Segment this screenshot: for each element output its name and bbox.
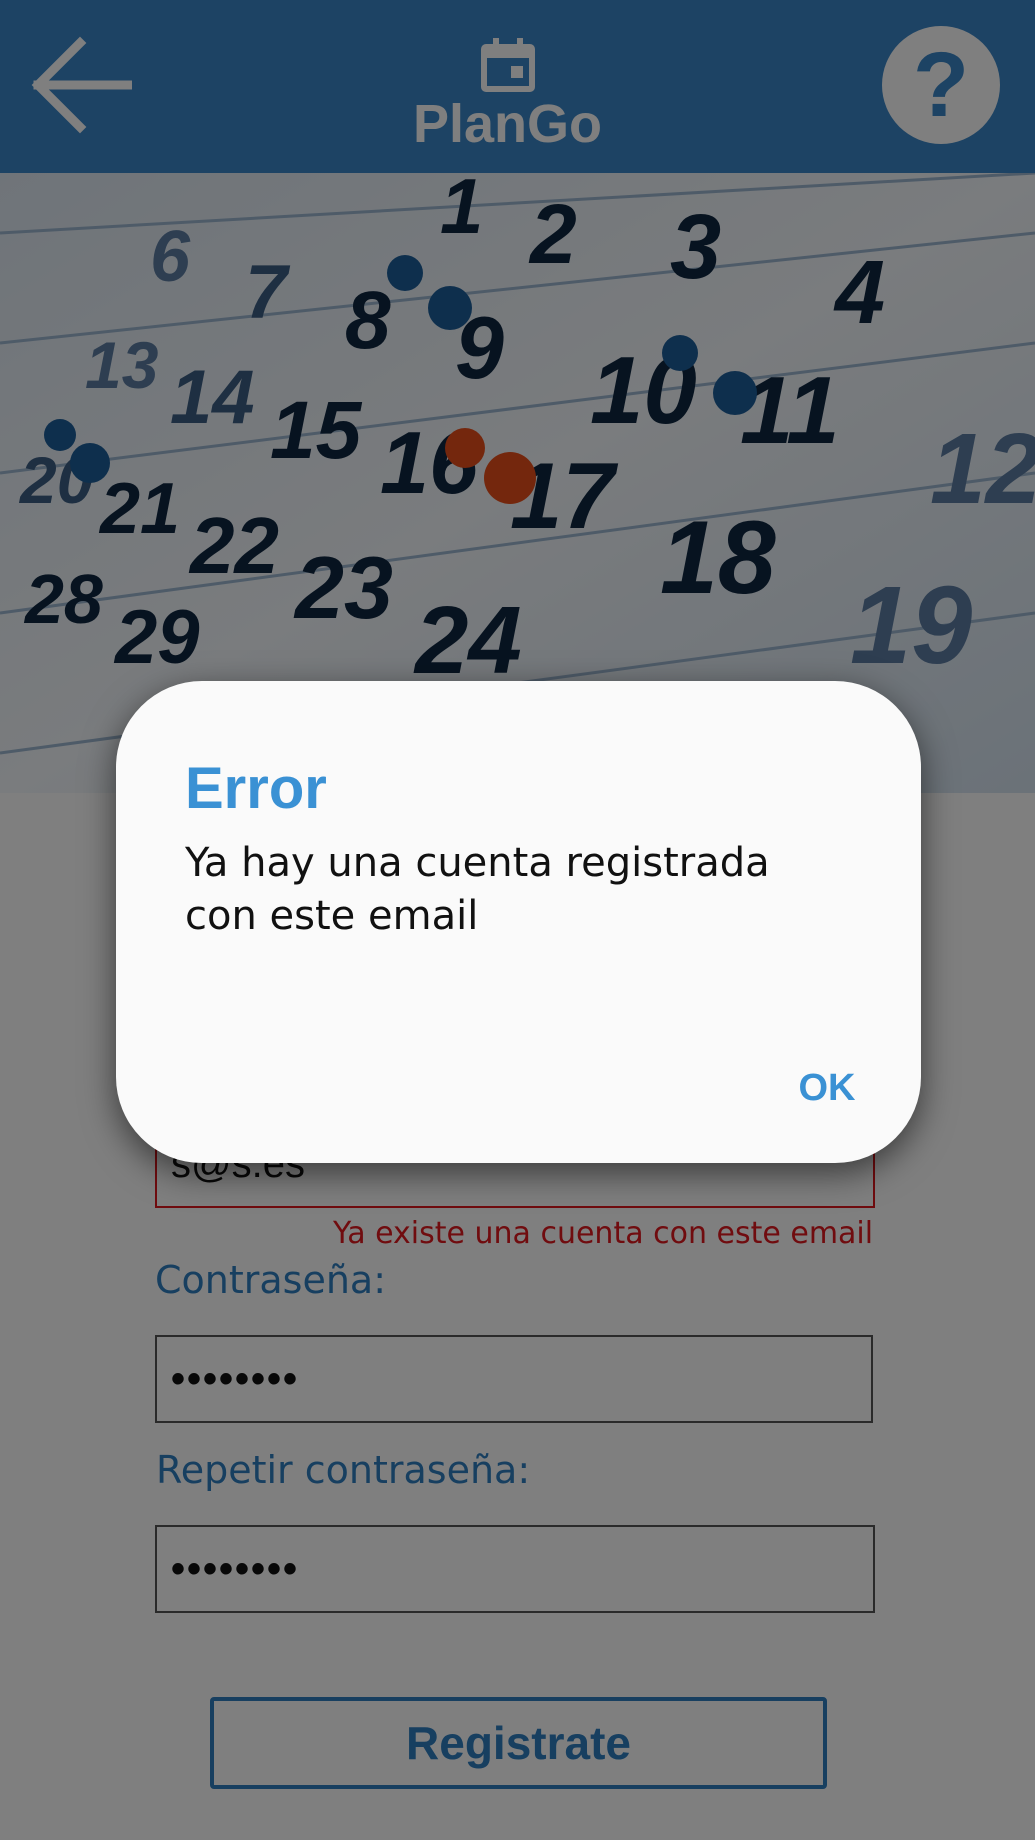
dialog-title: Error (185, 756, 327, 821)
error-dialog: Error Ya hay una cuenta registrada con e… (116, 681, 921, 1163)
app-screen: PlanGo ? 1 (0, 0, 1035, 1840)
ok-button[interactable]: OK (786, 1059, 868, 1117)
dialog-message: Ya hay una cuenta registrada con este em… (185, 840, 770, 939)
